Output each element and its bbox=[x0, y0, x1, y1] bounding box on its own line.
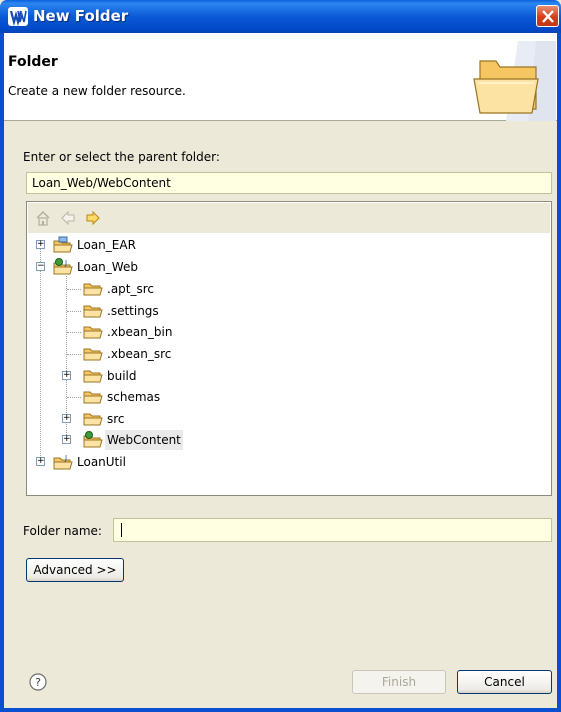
folder-icon bbox=[83, 303, 103, 325]
tree-toolbar bbox=[28, 203, 550, 233]
svg-text:J: J bbox=[64, 454, 67, 462]
tree-item-label: WebContent bbox=[105, 430, 183, 450]
web-project-icon: J bbox=[53, 258, 73, 282]
expand-icon[interactable]: + bbox=[36, 457, 45, 466]
tree-item-label: .settings bbox=[107, 304, 159, 318]
expand-icon[interactable]: + bbox=[62, 371, 71, 380]
tree-connector bbox=[67, 397, 81, 398]
tree-item-label: .apt_src bbox=[107, 282, 155, 296]
open-folder-icon bbox=[466, 41, 556, 121]
folder-icon bbox=[83, 324, 103, 346]
window-border-left bbox=[0, 33, 4, 712]
tree-connector bbox=[67, 332, 81, 333]
tree-item-label: src bbox=[107, 412, 125, 426]
svg-text:J: J bbox=[64, 259, 67, 267]
tree-connector bbox=[67, 311, 81, 312]
tree-item-label: .xbean_src bbox=[107, 347, 172, 361]
folder-name-input[interactable] bbox=[113, 518, 552, 542]
expand-icon[interactable]: + bbox=[62, 414, 71, 423]
new-folder-dialog: New Folder Folder Create a new folder re… bbox=[0, 0, 561, 712]
tree-item-label: Loan_EAR bbox=[77, 238, 136, 252]
close-icon bbox=[542, 10, 554, 23]
folder-tree[interactable]: + Loan_EAR − J Loan_Web .apt_src .settin… bbox=[26, 201, 552, 496]
window-title: New Folder bbox=[33, 7, 129, 25]
advanced-button[interactable]: Advanced >> bbox=[26, 558, 124, 582]
expand-icon[interactable]: + bbox=[62, 435, 71, 444]
svg-text:?: ? bbox=[35, 676, 41, 689]
folder-icon bbox=[83, 389, 103, 411]
tree-item-label: schemas bbox=[107, 390, 161, 404]
help-icon[interactable]: ? bbox=[29, 673, 47, 691]
forward-arrow-icon[interactable] bbox=[85, 210, 101, 229]
close-button[interactable] bbox=[536, 5, 559, 27]
websphere-icon bbox=[8, 7, 28, 27]
window-border-right bbox=[557, 33, 561, 712]
banner-description: Create a new folder resource. bbox=[8, 84, 186, 98]
text-cursor bbox=[121, 523, 122, 537]
window-border-bottom bbox=[0, 708, 561, 712]
tree-item-label: LoanUtil bbox=[77, 455, 126, 469]
java-project-icon: J bbox=[53, 453, 73, 477]
expand-icon[interactable]: + bbox=[36, 240, 45, 249]
tree-item-label: Loan_Web bbox=[77, 260, 138, 274]
folder-icon bbox=[83, 346, 103, 368]
banner-title: Folder bbox=[8, 54, 58, 70]
finish-button[interactable]: Finish bbox=[352, 670, 446, 694]
tree-connector bbox=[67, 289, 81, 290]
cancel-button[interactable]: Cancel bbox=[457, 670, 552, 694]
collapse-icon[interactable]: − bbox=[36, 262, 45, 271]
wizard-banner: Folder Create a new folder resource. bbox=[4, 33, 557, 121]
tree-connector bbox=[67, 354, 81, 355]
folder-icon bbox=[83, 368, 103, 390]
ear-project-icon bbox=[53, 236, 73, 260]
folder-icon bbox=[83, 411, 103, 433]
parent-folder-input[interactable]: Loan_Web/WebContent bbox=[26, 172, 552, 194]
tree-connector bbox=[40, 249, 41, 464]
folder-name-label: Folder name: bbox=[23, 524, 102, 538]
folder-icon bbox=[83, 281, 103, 303]
back-arrow-icon[interactable] bbox=[60, 210, 76, 229]
title-bar[interactable]: New Folder bbox=[0, 0, 561, 33]
tree-item-label: build bbox=[107, 369, 137, 383]
home-icon[interactable] bbox=[35, 210, 51, 229]
parent-folder-label: Enter or select the parent folder: bbox=[23, 150, 220, 164]
tree-item-label: .xbean_bin bbox=[107, 325, 173, 339]
